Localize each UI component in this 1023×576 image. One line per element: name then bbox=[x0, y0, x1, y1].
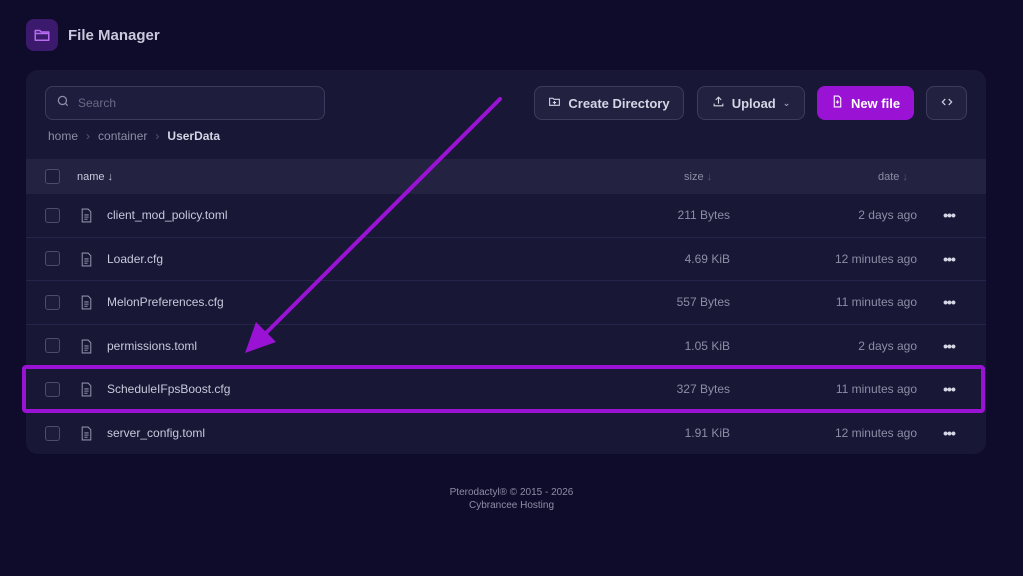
more-options-icon[interactable]: ••• bbox=[940, 338, 958, 354]
row-checkbox[interactable] bbox=[45, 294, 60, 310]
file-name[interactable]: server_config.toml bbox=[107, 426, 205, 440]
new-file-button[interactable]: New file bbox=[817, 86, 914, 120]
column-header-name[interactable]: name ↓ bbox=[77, 171, 113, 183]
breadcrumb: home › container › UserData bbox=[48, 129, 220, 143]
more-options-icon[interactable]: ••• bbox=[940, 381, 958, 397]
file-size: 4.69 KiB bbox=[684, 251, 730, 266]
column-header-date[interactable]: date ↓ bbox=[878, 171, 908, 183]
more-options-icon[interactable]: ••• bbox=[940, 425, 958, 441]
folder-icon bbox=[26, 19, 58, 51]
breadcrumb-container[interactable]: container bbox=[98, 129, 147, 143]
file-icon bbox=[80, 252, 93, 270]
search-icon bbox=[56, 94, 70, 113]
file-date: 12 minutes ago bbox=[834, 426, 917, 441]
table-row[interactable]: client_mod_policy.toml 211 Bytes 2 days … bbox=[26, 194, 986, 238]
more-options-icon[interactable]: ••• bbox=[940, 251, 958, 267]
upload-icon bbox=[712, 95, 725, 111]
search-input[interactable] bbox=[78, 96, 308, 110]
file-list: client_mod_policy.toml 211 Bytes 2 days … bbox=[26, 194, 986, 454]
row-checkbox[interactable] bbox=[45, 251, 60, 267]
folder-plus-icon bbox=[548, 95, 561, 111]
table-row[interactable]: Loader.cfg 4.69 KiB 12 minutes ago ••• bbox=[26, 238, 986, 281]
code-icon bbox=[940, 95, 954, 112]
code-view-button[interactable] bbox=[926, 86, 967, 120]
more-options-icon[interactable]: ••• bbox=[940, 207, 958, 223]
footer-hosting: Cybrancee Hosting bbox=[468, 500, 555, 511]
file-size: 211 Bytes bbox=[677, 208, 730, 223]
file-icon bbox=[80, 339, 93, 357]
table-row[interactable]: MelonPreferences.cfg 557 Bytes 11 minute… bbox=[26, 281, 986, 325]
file-name[interactable]: Loader.cfg bbox=[107, 252, 163, 266]
footer: Pterodactyl® © 2015 - 2026 Cybrancee Hos… bbox=[0, 486, 1023, 512]
file-name[interactable]: permissions.toml bbox=[107, 339, 197, 353]
page-title: File Manager bbox=[68, 26, 160, 44]
file-size: 557 Bytes bbox=[676, 295, 730, 310]
file-size: 1.91 KiB bbox=[684, 426, 730, 441]
file-date: 11 minutes ago bbox=[835, 382, 917, 397]
file-icon bbox=[80, 382, 93, 400]
search-box[interactable] bbox=[45, 86, 325, 120]
chevron-down-icon: ⌄ bbox=[782, 97, 791, 108]
file-date: 12 minutes ago bbox=[834, 251, 917, 266]
create-directory-button[interactable]: Create Directory bbox=[534, 86, 684, 120]
file-date: 2 days ago bbox=[858, 338, 917, 353]
file-name[interactable]: MelonPreferences.cfg bbox=[107, 295, 224, 309]
create-directory-label: Create Directory bbox=[568, 95, 670, 111]
file-date: 2 days ago bbox=[858, 208, 917, 223]
new-file-label: New file bbox=[850, 95, 901, 111]
file-icon bbox=[80, 295, 93, 313]
breadcrumb-home[interactable]: home bbox=[48, 129, 78, 143]
table-row[interactable]: ScheduleIFpsBoost.cfg 327 Bytes 11 minut… bbox=[26, 368, 986, 412]
chevron-right-icon: › bbox=[155, 129, 160, 143]
file-manager-panel: Create Directory Upload ⌄ New file home … bbox=[26, 70, 986, 454]
file-size: 327 Bytes bbox=[676, 382, 730, 397]
more-options-icon[interactable]: ••• bbox=[940, 294, 958, 310]
file-name[interactable]: client_mod_policy.toml bbox=[107, 208, 228, 222]
select-all-checkbox[interactable] bbox=[45, 169, 60, 184]
app-header: File Manager bbox=[26, 19, 160, 51]
table-header: name ↓ size ↓ date ↓ bbox=[26, 159, 986, 194]
file-name[interactable]: ScheduleIFpsBoost.cfg bbox=[107, 382, 230, 396]
footer-copyright: Pterodactyl® © 2015 - 2026 bbox=[449, 487, 574, 498]
row-checkbox[interactable] bbox=[45, 338, 60, 354]
row-checkbox[interactable] bbox=[45, 207, 60, 223]
row-checkbox[interactable] bbox=[45, 381, 60, 397]
file-icon bbox=[80, 208, 93, 226]
column-header-size[interactable]: size ↓ bbox=[684, 171, 712, 183]
file-plus-icon bbox=[831, 95, 844, 111]
file-size: 1.05 KiB bbox=[684, 338, 730, 353]
chevron-right-icon: › bbox=[86, 129, 91, 143]
upload-label: Upload bbox=[731, 95, 776, 111]
upload-button[interactable]: Upload ⌄ bbox=[697, 86, 805, 120]
breadcrumb-current: UserData bbox=[167, 129, 221, 143]
table-row[interactable]: permissions.toml 1.05 KiB 2 days ago ••• bbox=[26, 325, 986, 368]
file-icon bbox=[80, 426, 93, 444]
row-checkbox[interactable] bbox=[45, 425, 60, 441]
table-row[interactable]: server_config.toml 1.91 KiB 12 minutes a… bbox=[26, 412, 986, 455]
file-date: 11 minutes ago bbox=[835, 295, 917, 310]
